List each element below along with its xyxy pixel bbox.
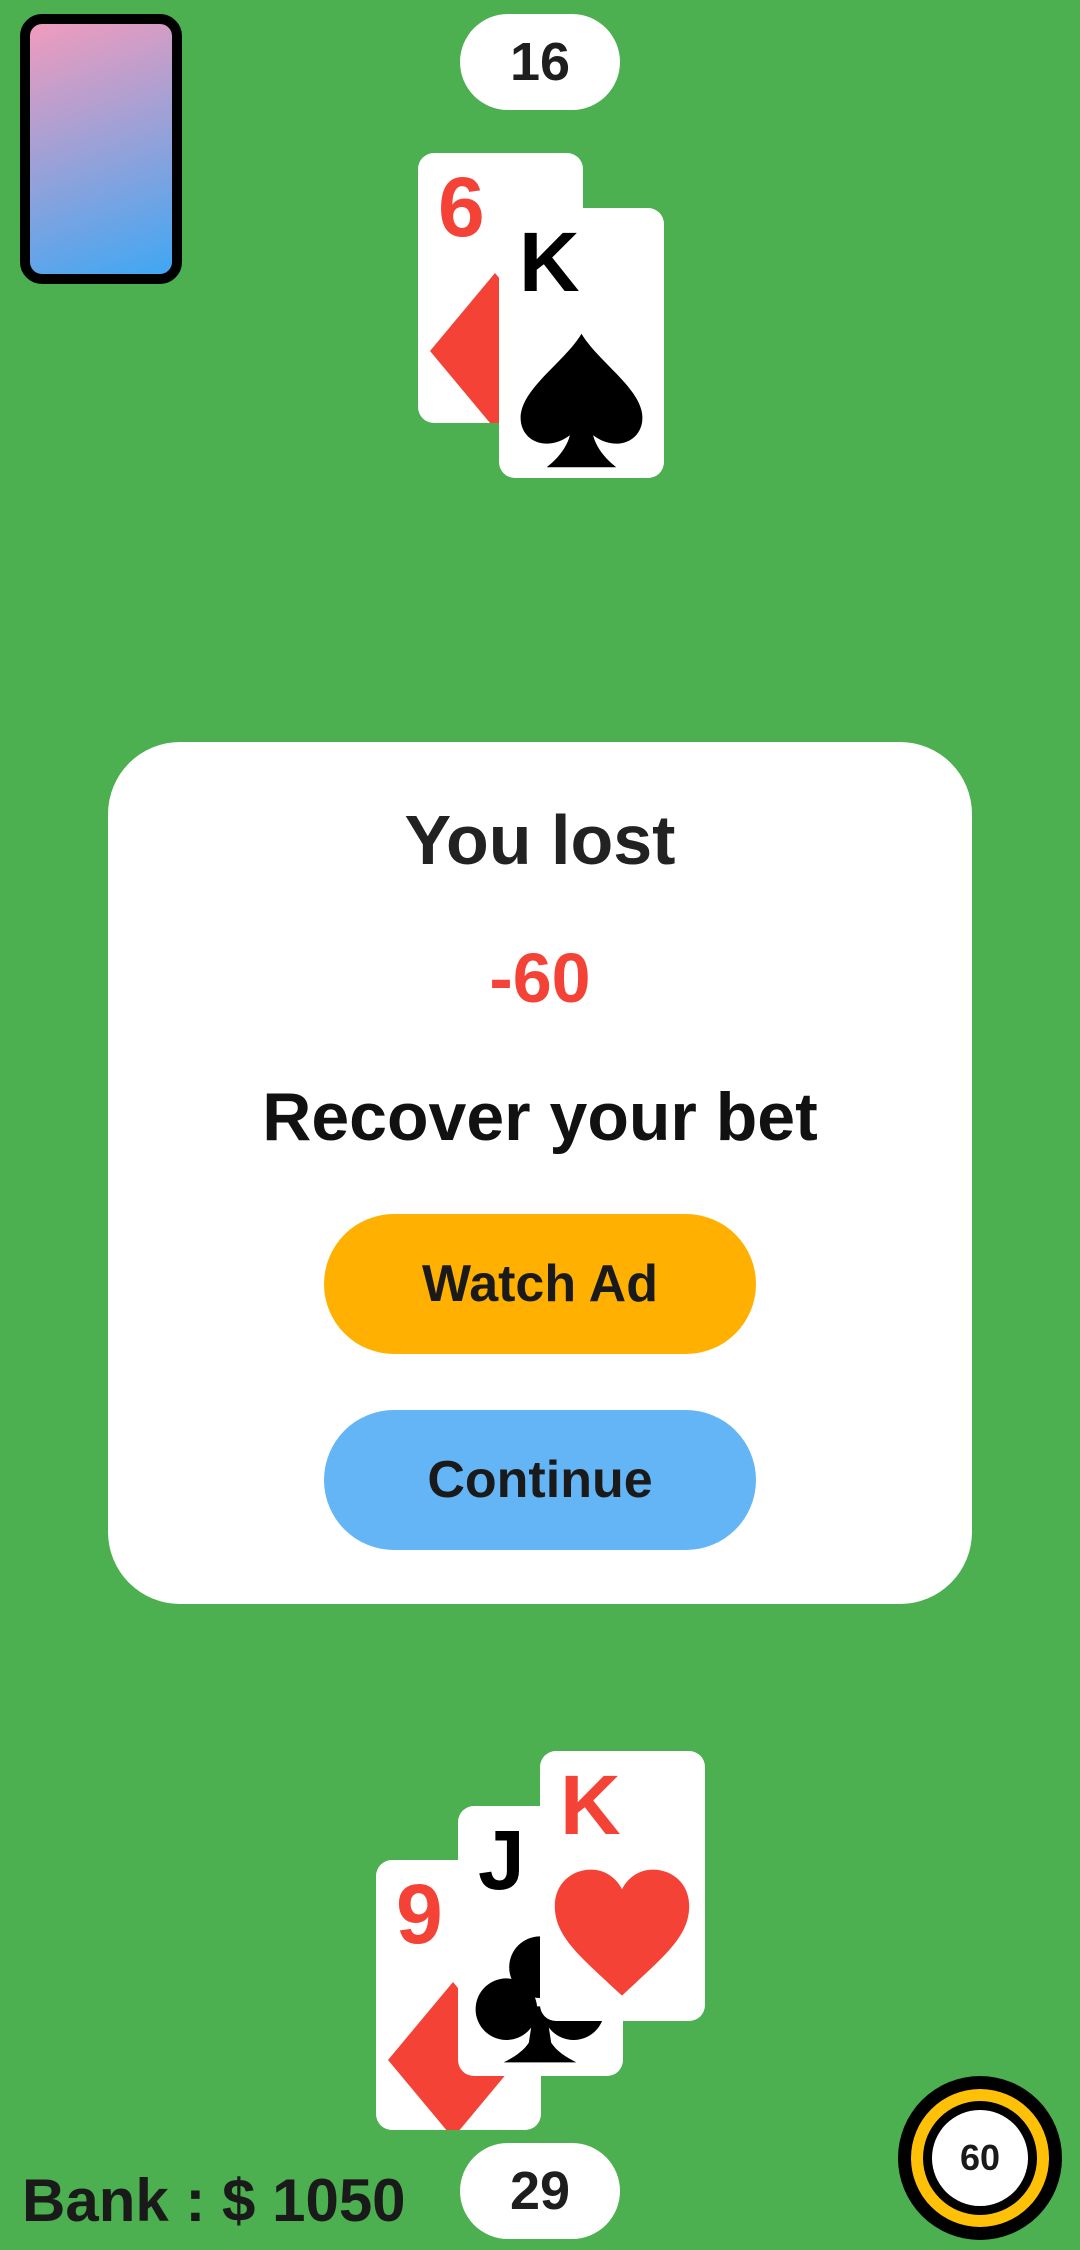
bet-chip: 60 — [898, 2076, 1062, 2240]
result-title: You lost — [404, 801, 676, 879]
continue-button[interactable]: Continue — [324, 1410, 756, 1550]
watch-ad-button[interactable]: Watch Ad — [324, 1214, 756, 1354]
bet-amount: 60 — [932, 2110, 1028, 2206]
dealer-card-2: K — [499, 208, 664, 478]
dealer-score: 16 — [460, 14, 620, 110]
player-score: 29 — [460, 2143, 620, 2239]
card-rank: K — [519, 215, 580, 309]
card-rank: J — [478, 1813, 525, 1907]
chip-ring: 60 — [911, 2089, 1049, 2227]
spade-icon — [520, 333, 643, 468]
chip-ring-inner: 60 — [923, 2101, 1037, 2215]
recover-bet-prompt: Recover your bet — [262, 1079, 818, 1155]
card-rank: K — [560, 1758, 621, 1852]
result-dialog: You lost -60 Recover your bet Watch Ad C… — [108, 742, 972, 1604]
card-rank: 9 — [396, 1867, 443, 1961]
card-rank: 6 — [438, 160, 485, 254]
player-card-3: K — [540, 1751, 705, 2021]
loss-amount: -60 — [489, 939, 591, 1017]
heart-icon — [554, 1869, 690, 1996]
card-deck — [20, 14, 182, 284]
bank-balance: Bank : $ 1050 — [22, 2167, 406, 2234]
